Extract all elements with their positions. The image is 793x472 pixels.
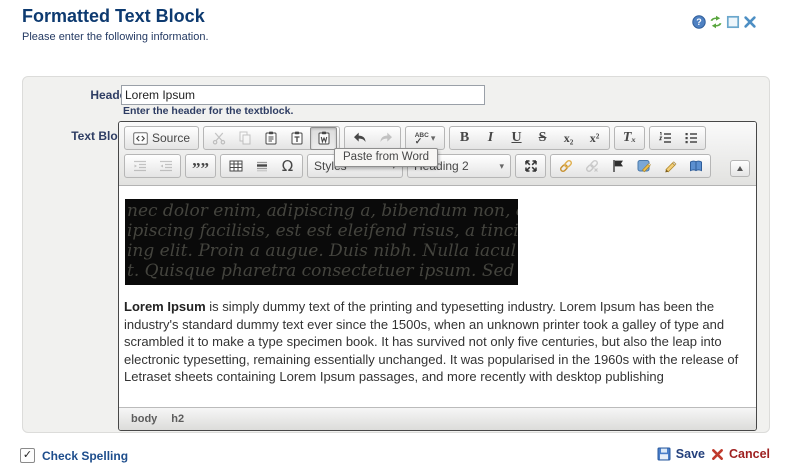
save-label: Save	[676, 447, 705, 461]
superscript-button[interactable]: x²	[582, 128, 607, 149]
special-character-button[interactable]: Ω	[275, 156, 300, 177]
link-icon[interactable]	[553, 156, 578, 177]
editor-content-area[interactable]: nec dolor enim, adipiscing a, bibendum n…	[119, 186, 756, 407]
outdent-icon[interactable]	[127, 156, 152, 177]
source-icon	[133, 132, 148, 145]
underline-button[interactable]: U	[504, 128, 529, 149]
redo-icon[interactable]	[373, 128, 398, 149]
page-subtitle: Please enter the following information.	[22, 31, 209, 43]
path-item-body[interactable]: body	[131, 413, 157, 425]
paste-from-word-tooltip: Paste from Word	[334, 148, 438, 167]
formatted-text-block-dialog: Formatted Text Block Please enter the fo…	[0, 0, 793, 472]
paste-text-icon[interactable]	[284, 128, 309, 149]
dialog-controls: ?	[692, 15, 757, 29]
editor-paragraph[interactable]: Lorem Ipsum is simply dummy text of the …	[124, 298, 749, 386]
cut-icon[interactable]	[206, 128, 231, 149]
paragraph-lead: Lorem Ipsum	[124, 299, 206, 314]
maximize-editor-icon[interactable]	[518, 156, 543, 177]
subscript-button[interactable]: x₂	[556, 128, 581, 149]
bold-button[interactable]: B	[452, 128, 477, 149]
editor-toolbar: Source	[119, 122, 756, 186]
paragraph-body: is simply dummy text of the printing and…	[124, 299, 738, 384]
edit-image-icon[interactable]	[631, 156, 656, 177]
indent-icon[interactable]	[153, 156, 178, 177]
blockquote-button[interactable]: ””	[188, 153, 213, 180]
numbered-list-icon[interactable]	[652, 128, 677, 149]
pencil-icon[interactable]	[657, 156, 682, 177]
source-button[interactable]: Source	[127, 128, 196, 149]
toolbar-row-1: Source	[124, 126, 751, 150]
close-icon[interactable]	[743, 15, 757, 29]
header-help-text: Enter the header for the textblock.	[123, 105, 293, 117]
source-label: Source	[152, 131, 190, 145]
copy-icon[interactable]	[232, 128, 257, 149]
paste-icon[interactable]	[258, 128, 283, 149]
remove-format-button[interactable]: Tₓ	[617, 128, 642, 149]
maximize-icon[interactable]	[726, 15, 740, 29]
spellcheck-dropdown[interactable]: ABC ✓ ▾	[408, 128, 442, 149]
selected-image[interactable]: nec dolor enim, adipiscing a, bibendum n…	[125, 199, 518, 285]
cancel-label: Cancel	[729, 447, 770, 461]
anchor-flag-icon[interactable]	[605, 156, 630, 177]
bulleted-list-icon[interactable]	[678, 128, 703, 149]
table-icon[interactable]	[223, 156, 248, 177]
unlink-icon[interactable]	[579, 156, 604, 177]
save-button[interactable]: Save	[657, 447, 705, 461]
paste-from-word-icon[interactable]	[310, 127, 337, 150]
book-icon[interactable]	[683, 156, 708, 177]
save-icon	[657, 447, 671, 461]
footer-actions: Save Cancel	[657, 447, 770, 461]
refresh-icon[interactable]	[709, 15, 723, 29]
strikethrough-button[interactable]: S	[530, 128, 555, 149]
header-input[interactable]	[121, 85, 485, 105]
chevron-down-icon: ▾	[431, 133, 436, 144]
richtext-editor: Source	[118, 121, 757, 431]
cancel-button[interactable]: Cancel	[711, 447, 770, 461]
horizontal-rule-icon[interactable]	[249, 156, 274, 177]
chevron-down-icon: ▾	[499, 161, 504, 172]
page-title: Formatted Text Block	[22, 6, 205, 27]
help-icon[interactable]: ?	[692, 15, 706, 29]
form-panel: Header: Enter the header for the textblo…	[22, 76, 770, 433]
svg-text:?: ?	[696, 17, 702, 27]
toolbar-collapse-button[interactable]	[730, 160, 750, 177]
check-spelling-label: Check Spelling	[42, 449, 128, 463]
check-spelling-option: ✓ Check Spelling	[20, 448, 128, 463]
undo-icon[interactable]	[347, 128, 372, 149]
chevron-up-icon	[737, 166, 743, 171]
path-item-h2[interactable]: h2	[171, 413, 184, 425]
spellcheck-icon: ABC ✓	[415, 133, 429, 144]
check-spelling-checkbox[interactable]: ✓	[20, 448, 35, 463]
cancel-x-icon	[711, 448, 724, 461]
italic-button[interactable]: I	[478, 128, 503, 149]
element-path-bar: body h2	[119, 407, 756, 430]
